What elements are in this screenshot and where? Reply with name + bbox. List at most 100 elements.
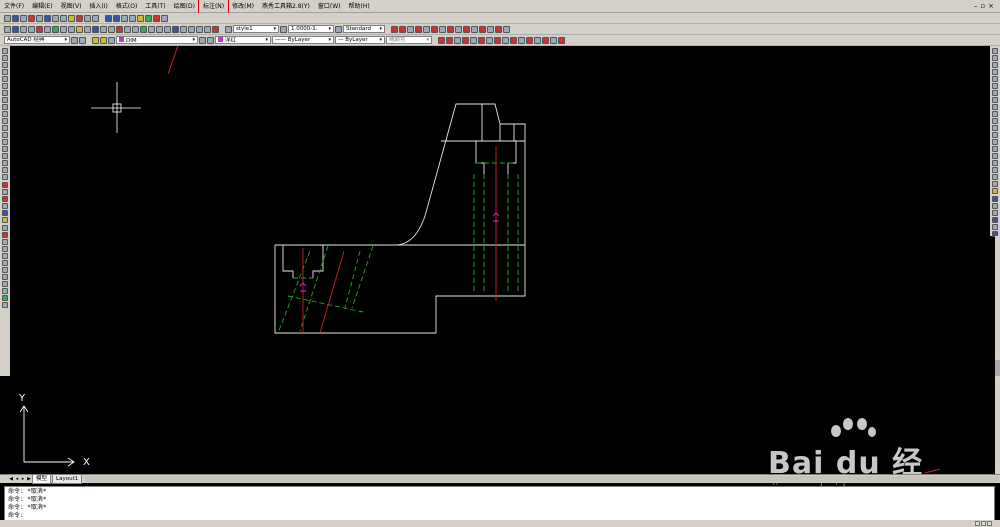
dim-leader-icon[interactable] (518, 36, 525, 44)
osnap-temp-icon[interactable] (992, 153, 998, 159)
menu-dimension[interactable]: 标注(N) (197, 0, 230, 14)
zoom-previous-icon[interactable] (129, 14, 136, 22)
tool-icon-f[interactable] (52, 25, 59, 33)
scale-icon[interactable] (2, 232, 8, 238)
status-icon-3[interactable] (987, 521, 992, 526)
cut-icon[interactable] (52, 14, 59, 22)
tool-icon-g[interactable] (60, 25, 67, 33)
tool-extra-icon-1[interactable] (2, 295, 8, 301)
tool-icon-k[interactable] (92, 25, 99, 33)
layer-lock-icon[interactable] (108, 36, 115, 44)
osnap-endpoint-icon[interactable] (992, 48, 998, 54)
tool-icon-c[interactable] (28, 25, 35, 33)
move-icon[interactable] (2, 217, 8, 223)
dim-arc-icon[interactable] (454, 36, 461, 44)
region-icon[interactable] (2, 160, 8, 166)
snap-icon-3[interactable] (407, 25, 414, 33)
dim-style-icon[interactable] (335, 25, 342, 33)
text-style-select[interactable]: style1 ▾ (233, 25, 279, 33)
tool-icon-r[interactable] (148, 25, 155, 33)
revision-cloud-icon[interactable] (2, 97, 8, 103)
properties-icon[interactable] (137, 14, 144, 22)
help-icon[interactable] (161, 14, 168, 22)
lineweight-select[interactable]: — ByLayer ▾ (335, 36, 385, 44)
osnap-settings-icon[interactable] (992, 146, 998, 152)
array-icon[interactable] (2, 210, 8, 216)
menu-edit[interactable]: 编辑(E) (28, 0, 56, 13)
scrollbar-thumb[interactable] (995, 360, 1000, 376)
menu-insert[interactable]: 插入(I) (85, 0, 111, 13)
menu-view[interactable]: 视图(V) (57, 0, 86, 13)
modify-icon-1[interactable] (992, 160, 998, 166)
insert-block-icon[interactable] (2, 125, 8, 131)
osnap-center-icon[interactable] (992, 83, 998, 89)
osnap-intersection-icon[interactable] (992, 62, 998, 68)
minimize-icon[interactable]: – (974, 2, 978, 10)
osnap-extension-icon[interactable] (992, 76, 998, 82)
extend-icon[interactable] (2, 253, 8, 259)
text-style-icon[interactable] (225, 25, 232, 33)
command-prompt[interactable]: 命令: (8, 512, 991, 520)
snap-icon-15[interactable] (503, 25, 510, 33)
zoom-window-icon[interactable] (121, 14, 128, 22)
modify-icon-5[interactable] (992, 188, 998, 194)
mirror-icon[interactable] (2, 196, 8, 202)
dim-diameter-icon[interactable] (478, 36, 485, 44)
vertical-scrollbar[interactable] (995, 236, 1000, 474)
dim-quick-icon[interactable] (494, 36, 501, 44)
workspace-select[interactable]: AutoCAD 经典 ▾ (4, 36, 70, 44)
dim-text-edit-icon[interactable] (550, 36, 557, 44)
snap-icon-5[interactable] (423, 25, 430, 33)
design-center-icon[interactable] (145, 14, 152, 22)
layer-previous-icon[interactable] (207, 36, 214, 44)
tab-model[interactable]: 模型 (32, 474, 52, 484)
tool-icon-u[interactable] (172, 25, 179, 33)
make-current-icon[interactable] (199, 36, 206, 44)
layer-on-icon[interactable] (92, 36, 99, 44)
dim-radius-icon[interactable] (470, 36, 477, 44)
snap-icon-9[interactable] (455, 25, 462, 33)
ellipse-arc-icon[interactable] (2, 118, 8, 124)
layer-manager-icon[interactable] (4, 25, 11, 33)
snap-icon-11[interactable] (471, 25, 478, 33)
menu-file[interactable]: 文件(F) (0, 0, 28, 13)
gradient-icon[interactable] (2, 153, 8, 159)
line-icon[interactable] (2, 48, 8, 54)
erase-icon[interactable] (2, 182, 8, 188)
osnap-apparent-icon[interactable] (992, 69, 998, 75)
print-icon[interactable] (28, 14, 35, 22)
modify-icon-6[interactable] (992, 196, 998, 202)
menu-tools[interactable]: 工具(T) (141, 0, 169, 13)
join-icon[interactable] (2, 267, 8, 273)
spline-icon[interactable] (2, 104, 8, 110)
tool-icon-p[interactable] (132, 25, 139, 33)
snap-icon-7[interactable] (439, 25, 446, 33)
dim-scale-icon[interactable] (280, 25, 287, 33)
dim-baseline-icon[interactable] (502, 36, 509, 44)
break-icon[interactable] (2, 260, 8, 266)
status-icon-2[interactable] (981, 521, 986, 526)
layer-select[interactable]: DIM ▾ (116, 36, 198, 44)
tool-icon-j[interactable] (84, 25, 91, 33)
menu-modify[interactable]: 修改(M) (228, 0, 258, 13)
osnap-quadrant-icon[interactable] (992, 90, 998, 96)
dim-continue-icon[interactable] (510, 36, 517, 44)
tool-icon-n[interactable] (116, 25, 123, 33)
color-select[interactable]: 洋红 ▾ (215, 36, 271, 44)
match-properties-icon[interactable] (76, 14, 83, 22)
modify-icon-9[interactable] (992, 217, 998, 223)
snap-icon-1[interactable] (391, 25, 398, 33)
undo-icon[interactable] (84, 14, 91, 22)
open-icon[interactable] (12, 14, 19, 22)
make-block-icon[interactable] (2, 132, 8, 138)
modify-icon-8[interactable] (992, 210, 998, 216)
tool-icon-a[interactable] (12, 25, 19, 33)
table-icon[interactable] (2, 167, 8, 173)
modify-icon-7[interactable] (992, 203, 998, 209)
snap-icon-12[interactable] (479, 25, 486, 33)
tool-icon-x[interactable] (196, 25, 203, 33)
tool-icon-i[interactable] (76, 25, 83, 33)
tool-icon-l[interactable] (100, 25, 107, 33)
explode-icon[interactable] (2, 288, 8, 294)
horizontal-scrollbar[interactable] (85, 476, 1000, 482)
